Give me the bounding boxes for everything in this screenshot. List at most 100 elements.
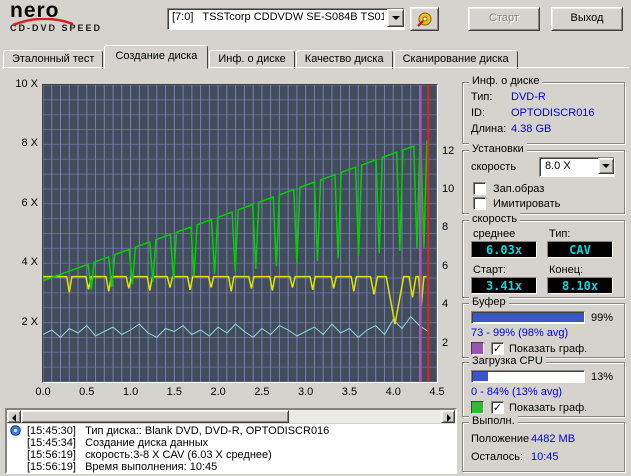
y-axis-label: 2 X <box>21 315 38 328</box>
progress-group: Выполн. Положение 4482 MB Осталось: 10:4… <box>462 415 625 472</box>
start-speed-label: Старт: <box>473 264 506 276</box>
log-text: [15:45:34] Создание диска данных <box>27 437 209 449</box>
disc-length-value: 4.38 GB <box>511 123 552 135</box>
chevron-down-icon <box>602 164 610 168</box>
x-axis-label: 1.0 <box>122 386 139 398</box>
buffer-color-swatch <box>471 342 484 355</box>
speed-title: скорость <box>469 213 521 225</box>
cpu-title: Загрузка CPU <box>469 355 546 367</box>
avg-speed-label: среднее <box>473 228 516 240</box>
tab-content-frame <box>2 67 629 68</box>
record-image-label: Зап.образ <box>493 183 545 195</box>
x-axis-label: 0.5 <box>79 386 95 398</box>
speed-select-value: 8.0 X <box>545 160 571 172</box>
right-axis-label: 2 <box>442 336 449 349</box>
remaining-label: Осталось: <box>471 451 524 463</box>
cpu-show-graph-checkbox[interactable]: ✓ <box>491 401 504 414</box>
x-axis-label: 2.5 <box>254 386 270 398</box>
right-axis-label: 12 <box>442 144 455 157</box>
simulate-label: Имитировать <box>493 198 561 210</box>
x-axis-label: 2.0 <box>210 386 226 398</box>
right-axis-label: 8 <box>442 221 449 234</box>
disc-type-label: Тип: <box>471 91 493 103</box>
disc-id-value: OPTODISCR016 <box>511 107 595 119</box>
options-button[interactable] <box>410 7 439 31</box>
cpu-range: 0 - 84% (13% avg) <box>471 386 563 398</box>
tab-2[interactable]: Создание диска <box>104 45 209 69</box>
right-axis-label: 6 <box>442 259 449 272</box>
y-axis-label: 10 X <box>15 78 38 90</box>
x-axis-label: 3.5 <box>341 386 358 398</box>
toolbar: nero CD-DVD SPEED [7:0] TSSTcorp CDDVDW … <box>0 0 631 42</box>
scrollbar-thumb[interactable] <box>21 410 289 423</box>
buffer-group: Буфер 99% 73 - 99% (98% avg) ✓ Показать … <box>462 296 625 358</box>
log-text: [15:56:19] скорость:3-8 X CAV (6.03 X ср… <box>27 449 272 461</box>
log-line: [15:45:30] Тип диска:: Blank DVD, DVD-R,… <box>7 425 455 437</box>
nero-cd-dvd-speed-window: nero CD-DVD SPEED [7:0] TSSTcorp CDDVDW … <box>0 0 631 476</box>
disc-icon <box>10 425 21 436</box>
avg-speed-display: 6.03x <box>471 241 537 258</box>
cpu-progressbar <box>471 370 585 383</box>
nero-logo: nero CD-DVD SPEED <box>10 0 160 33</box>
tab-strip: Эталонный тест Создание диска Инф. о диске… <box>3 45 519 69</box>
arrow-left-icon <box>12 414 16 422</box>
scroll-right-button[interactable] <box>441 410 455 423</box>
write-speed-graph <box>42 84 438 383</box>
speed-select-arrow[interactable] <box>598 158 614 174</box>
position-label: Положение <box>471 433 530 445</box>
log-line: [15:45:34] Создание диска данных <box>7 437 455 449</box>
start-speed-display: 3.41x <box>471 277 537 294</box>
cpu-group: Загрузка CPU 13% 0 - 84% (13% avg) ✓ Пок… <box>462 355 625 417</box>
exit-button[interactable]: Выход <box>551 7 623 31</box>
arrow-right-icon <box>447 414 451 422</box>
buffer-show-graph-label: Показать граф. <box>509 343 588 355</box>
log-hscrollbar[interactable] <box>7 410 455 424</box>
end-speed-label: Конец: <box>549 264 584 276</box>
drive-select-value: [7:0] TSSTcorp CDDVDW SE-S084B TS01 <box>172 11 384 23</box>
progress-title: Выполн. <box>469 415 518 427</box>
settings-group: Установки скорость 8.0 X Зап.образ Имити… <box>462 143 625 214</box>
speed-group: скорость среднее Тип: 6.03x CAV Старт: К… <box>462 213 625 298</box>
position-value: 4482 MB <box>531 433 576 445</box>
right-axis-label: 10 <box>442 183 455 195</box>
y-axis-label: 6 X <box>21 196 38 209</box>
simulate-checkbox[interactable] <box>473 197 486 210</box>
disc-info-group: Инф. о диске Тип: DVD-R ID: OPTODISCR016… <box>462 75 625 144</box>
log-line: [15:56:19] Время выполнения: 10:45 <box>7 461 455 473</box>
logo-swoosh-icon <box>12 18 74 26</box>
log-lines: [15:45:30] Тип диска:: Blank DVD, DVD-R,… <box>7 424 455 473</box>
cpu-color-swatch <box>471 401 484 414</box>
log-panel: [15:45:30] Тип диска:: Blank DVD, DVD-R,… <box>5 408 457 474</box>
settings-title: Установки <box>469 143 527 155</box>
tool-icon <box>417 12 432 27</box>
write-speed-chart <box>42 84 438 383</box>
buffer-percent: 99% <box>591 312 614 324</box>
x-axis-label: 4.5 <box>429 386 445 398</box>
end-speed-display: 8.10x <box>547 277 613 294</box>
buffer-title: Буфер <box>469 296 509 308</box>
record-image-checkbox[interactable] <box>473 182 486 195</box>
right-axis-label: 4 <box>442 298 449 311</box>
x-axis-label: 0.0 <box>35 386 51 398</box>
buffer-range: 73 - 99% (98% avg) <box>471 327 569 339</box>
speed-select[interactable]: 8.0 X <box>539 157 615 177</box>
buffer-show-graph-checkbox[interactable]: ✓ <box>491 342 504 355</box>
speed-type-display: CAV <box>547 241 613 258</box>
disc-info-title: Инф. о диске <box>469 75 543 87</box>
x-axis-label: 1.5 <box>166 386 182 398</box>
log-text: [15:45:30] Тип диска:: Blank DVD, DVD-R,… <box>27 425 330 437</box>
x-axis-label: 3.0 <box>298 386 314 398</box>
y-axis-label: 4 X <box>21 256 38 269</box>
speed-select-label: скорость <box>471 161 517 173</box>
drive-select-arrow[interactable] <box>387 9 404 27</box>
x-axis-label: 4.0 <box>385 386 401 398</box>
cpu-show-graph-label: Показать граф. <box>509 402 588 414</box>
speed-type-label: Тип: <box>549 228 571 240</box>
scroll-left-button[interactable] <box>7 410 21 423</box>
cpu-percent: 13% <box>591 371 614 383</box>
drive-select[interactable]: [7:0] TSSTcorp CDDVDW SE-S084B TS01 <box>167 8 405 30</box>
disc-id-label: ID: <box>471 107 486 119</box>
remaining-value: 10:45 <box>531 451 559 463</box>
start-button[interactable]: Старт <box>468 7 540 31</box>
log-line: [15:56:19] скорость:3-8 X CAV (6.03 X ср… <box>7 449 455 461</box>
